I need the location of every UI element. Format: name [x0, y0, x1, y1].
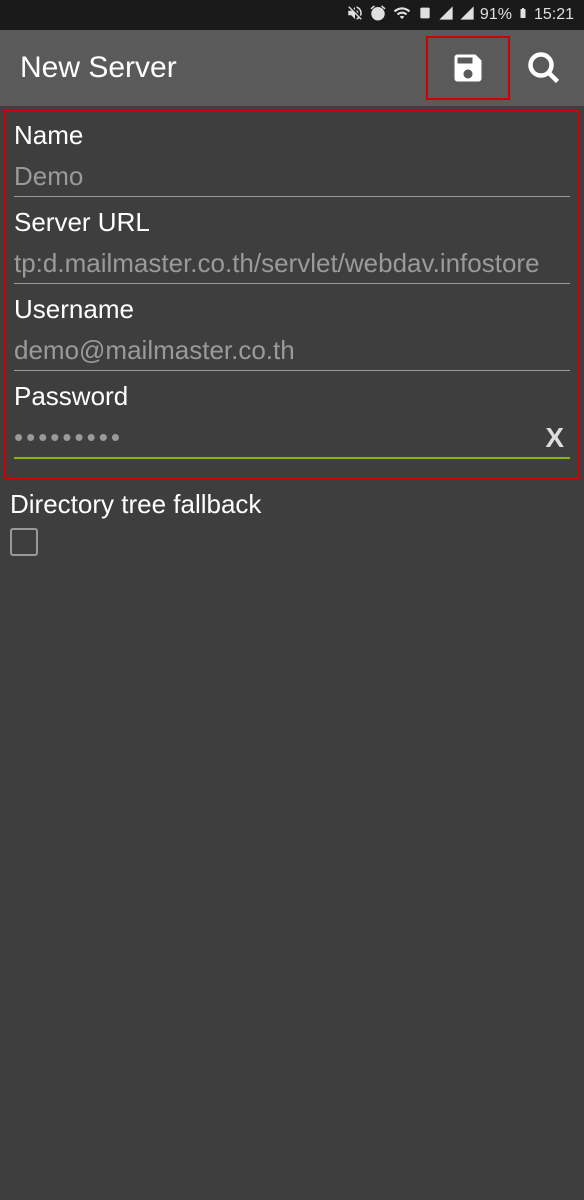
mute-icon	[346, 4, 364, 27]
clock-time: 15:21	[534, 6, 574, 24]
url-label: Server URL	[14, 207, 570, 238]
username-group: Username	[8, 292, 576, 379]
name-group: Name	[8, 118, 576, 205]
form-highlight-box: Name Server URL Username Password X	[4, 110, 580, 479]
fallback-section: Directory tree fallback	[0, 483, 584, 562]
alarm-icon	[369, 4, 387, 27]
battery-icon	[517, 4, 529, 27]
clear-password-button[interactable]: X	[539, 422, 570, 454]
sim-icon	[417, 4, 433, 27]
save-button[interactable]	[440, 40, 496, 96]
status-bar: 91% 15:21	[0, 0, 584, 30]
app-bar: New Server	[0, 30, 584, 106]
signal-icon-1	[438, 5, 454, 26]
battery-percent: 91%	[480, 6, 512, 24]
password-input[interactable]	[14, 418, 539, 457]
save-icon	[450, 50, 486, 86]
fallback-label: Directory tree fallback	[10, 489, 574, 520]
url-group: Server URL	[8, 205, 576, 292]
username-input[interactable]	[14, 331, 570, 371]
signal-icon-2	[459, 5, 475, 26]
password-label: Password	[14, 381, 570, 412]
username-label: Username	[14, 294, 570, 325]
name-input[interactable]	[14, 157, 570, 197]
page-title: New Server	[12, 51, 426, 85]
name-label: Name	[14, 120, 570, 151]
password-group: Password X	[8, 379, 576, 467]
server-url-input[interactable]	[14, 244, 570, 284]
search-button[interactable]	[516, 40, 572, 96]
search-icon	[526, 50, 562, 86]
wifi-icon	[392, 4, 412, 27]
fallback-checkbox[interactable]	[10, 528, 38, 556]
save-button-highlight	[426, 36, 510, 100]
